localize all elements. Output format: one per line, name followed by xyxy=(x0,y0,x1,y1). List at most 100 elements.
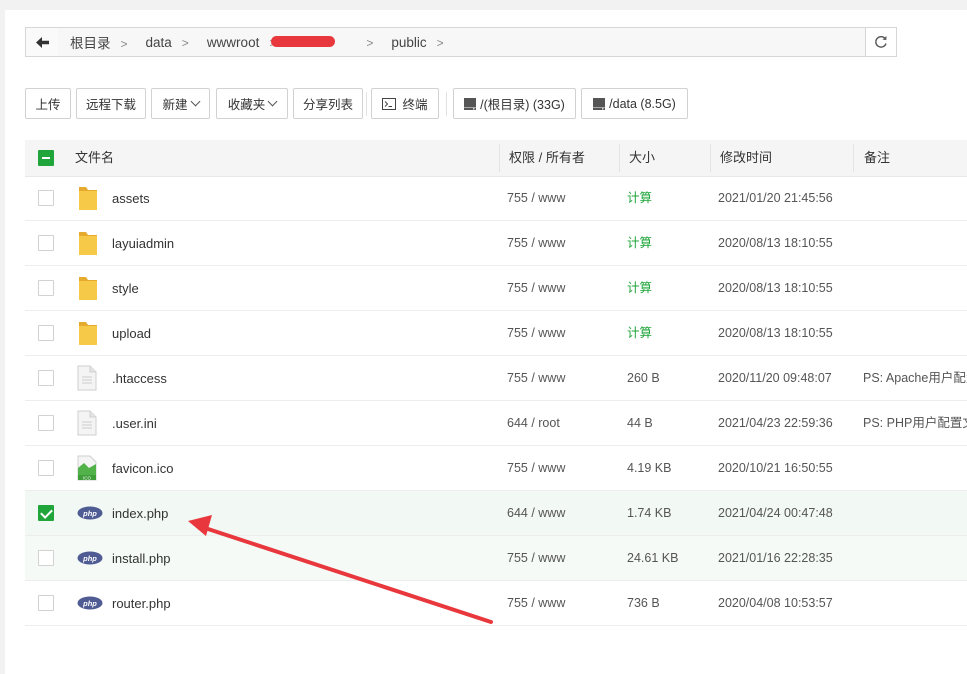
disk-root-button[interactable]: /(根目录) (33G) xyxy=(453,88,576,119)
file-permission[interactable]: 755 / www xyxy=(507,356,565,401)
file-mtime: 2020/08/13 18:10:55 xyxy=(718,326,833,340)
calculate-size-link[interactable]: 计算 xyxy=(627,311,652,356)
arrow-left-icon xyxy=(35,36,49,48)
file-permission[interactable]: 755 / www xyxy=(507,581,565,626)
php-file-icon: php xyxy=(77,596,103,622)
file-size: 1.74 KB xyxy=(627,506,672,520)
table-row[interactable]: php router.php 755 / www 736 B 2020/04/08 10… xyxy=(25,581,967,626)
file-permission[interactable]: 755 / www xyxy=(507,536,565,581)
file-permission[interactable]: 755 / www xyxy=(507,176,565,221)
file-note[interactable]: PS: PHP用户配置文 xyxy=(863,401,967,446)
disk-data-label: /data (8.5G) xyxy=(609,96,676,111)
row-checkbox[interactable] xyxy=(38,280,54,296)
ico-image-icon: ICO xyxy=(77,455,101,481)
file-permission[interactable]: 755 / www xyxy=(507,266,565,311)
file-size: 24.61 KB xyxy=(627,551,679,565)
file-mtime: 2021/04/24 00:47:48 xyxy=(718,506,833,520)
row-checkbox[interactable] xyxy=(38,460,54,476)
breadcrumb-item-root[interactable]: 根目录 > xyxy=(58,32,134,52)
row-checkbox[interactable] xyxy=(38,550,54,566)
table-row[interactable]: upload 755 / www 计算 2020/08/13 18:10:55 xyxy=(25,311,967,356)
remote-download-label: 远程下载 xyxy=(85,98,136,112)
file-name[interactable]: favicon.ico xyxy=(112,446,173,491)
file-mtime: 2020/04/08 10:53:57 xyxy=(718,596,833,610)
table-row[interactable]: layuiadmin 755 / www 计算 2020/08/13 18:10:55 xyxy=(25,221,967,266)
chevron-right-icon: > xyxy=(366,35,374,50)
calculate-size-link[interactable]: 计算 xyxy=(627,176,652,221)
file-name[interactable]: .user.ini xyxy=(112,401,157,446)
file-name[interactable]: router.php xyxy=(112,581,171,626)
row-checkbox[interactable] xyxy=(38,190,54,206)
file-name[interactable]: .htaccess xyxy=(112,356,167,401)
table-row[interactable]: style 755 / www 计算 2020/08/13 18:10:55 xyxy=(25,266,967,311)
file-permission[interactable]: 755 / www xyxy=(507,446,565,491)
file-permission[interactable]: 644 / root xyxy=(507,401,560,446)
file-note[interactable]: PS: Apache用户配置 xyxy=(863,356,967,401)
column-header-name[interactable]: 文件名 xyxy=(75,140,114,176)
table-row[interactable]: ICO favicon.ico 755 / www 4.19 KB 2020/10/21… xyxy=(25,446,967,491)
table-row[interactable]: .user.ini 644 / root 44 B 2021/04/23 22:59:… xyxy=(25,401,967,446)
disk-data-button[interactable]: /data (8.5G) xyxy=(581,88,688,119)
refresh-button[interactable] xyxy=(865,28,896,56)
redaction-mark xyxy=(271,36,335,47)
chevron-right-icon: > xyxy=(436,35,444,50)
file-mtime: 2020/10/21 16:50:55 xyxy=(718,461,833,475)
svg-text:ICO: ICO xyxy=(83,475,92,480)
file-mtime: 2021/01/20 21:45:56 xyxy=(718,191,833,205)
svg-text:php: php xyxy=(82,599,97,608)
row-checkbox[interactable] xyxy=(38,415,54,431)
path-bar: 根目录 > data > wwwroot> > public > xyxy=(25,27,897,57)
chevron-right-icon: > xyxy=(120,37,128,51)
folder-icon xyxy=(77,319,101,345)
breadcrumb-label: wwwroot xyxy=(206,34,260,50)
row-checkbox[interactable] xyxy=(38,505,54,521)
file-name[interactable]: index.php xyxy=(112,491,168,536)
upload-button[interactable]: 上传 xyxy=(25,88,71,119)
column-header-note[interactable]: 备注 xyxy=(864,140,890,176)
column-divider xyxy=(499,144,500,172)
row-checkbox[interactable] xyxy=(38,235,54,251)
new-dropdown-button[interactable]: 新建 xyxy=(151,88,210,119)
favorites-dropdown-button[interactable]: 收藏夹 xyxy=(216,88,288,119)
file-name[interactable]: install.php xyxy=(112,536,171,581)
select-all-checkbox[interactable] xyxy=(38,150,54,166)
file-permission[interactable]: 755 / www xyxy=(507,221,565,266)
share-list-button[interactable]: 分享列表 xyxy=(293,88,363,119)
file-name[interactable]: layuiadmin xyxy=(112,221,174,266)
calculate-size-link[interactable]: 计算 xyxy=(627,221,652,266)
file-name[interactable]: upload xyxy=(112,311,151,356)
terminal-icon xyxy=(382,97,397,110)
row-checkbox[interactable] xyxy=(38,370,54,386)
column-header-mtime[interactable]: 修改时间 xyxy=(720,140,772,176)
breadcrumb-item-data[interactable]: data > xyxy=(134,35,195,50)
remote-download-button[interactable]: 远程下载 xyxy=(76,88,146,119)
folder-icon xyxy=(77,184,101,210)
text-file-icon xyxy=(77,365,101,391)
back-button[interactable] xyxy=(26,28,59,56)
file-size: 4.19 KB xyxy=(627,461,672,475)
row-checkbox[interactable] xyxy=(38,595,54,611)
table-row[interactable]: assets 755 / www 计算 2021/01/20 21:45:56 xyxy=(25,176,967,221)
column-header-perm[interactable]: 权限 / 所有者 xyxy=(509,140,585,176)
file-manager-panel: 根目录 > data > wwwroot> > public > 上传 远程下载 新建… xyxy=(5,0,967,674)
column-header-size[interactable]: 大小 xyxy=(629,140,655,176)
toolbar-divider xyxy=(446,92,447,116)
terminal-button[interactable]: 终端 xyxy=(371,88,439,119)
svg-text:php: php xyxy=(82,554,97,563)
column-divider xyxy=(853,144,854,172)
disk-icon xyxy=(593,97,606,110)
file-permission[interactable]: 644 / www xyxy=(507,491,565,536)
table-row[interactable]: php index.php 644 / www 1.74 KB 2021/04/24 0… xyxy=(25,491,967,536)
column-divider xyxy=(710,144,711,172)
file-permission[interactable]: 755 / www xyxy=(507,311,565,356)
breadcrumb-item-wwwroot[interactable]: wwwroot> xyxy=(195,35,283,50)
column-divider xyxy=(619,144,620,172)
table-row[interactable]: .htaccess 755 / www 260 B 2020/11/20 09:48:… xyxy=(25,356,967,401)
panel-top-strip xyxy=(5,0,967,10)
file-name[interactable]: style xyxy=(112,266,139,311)
calculate-size-link[interactable]: 计算 xyxy=(627,266,652,311)
row-checkbox[interactable] xyxy=(38,325,54,341)
breadcrumb-item-public[interactable]: public > xyxy=(379,35,449,50)
file-name[interactable]: assets xyxy=(112,176,150,221)
table-row[interactable]: php install.php 755 / www 24.61 KB 2021/01/1… xyxy=(25,536,967,581)
